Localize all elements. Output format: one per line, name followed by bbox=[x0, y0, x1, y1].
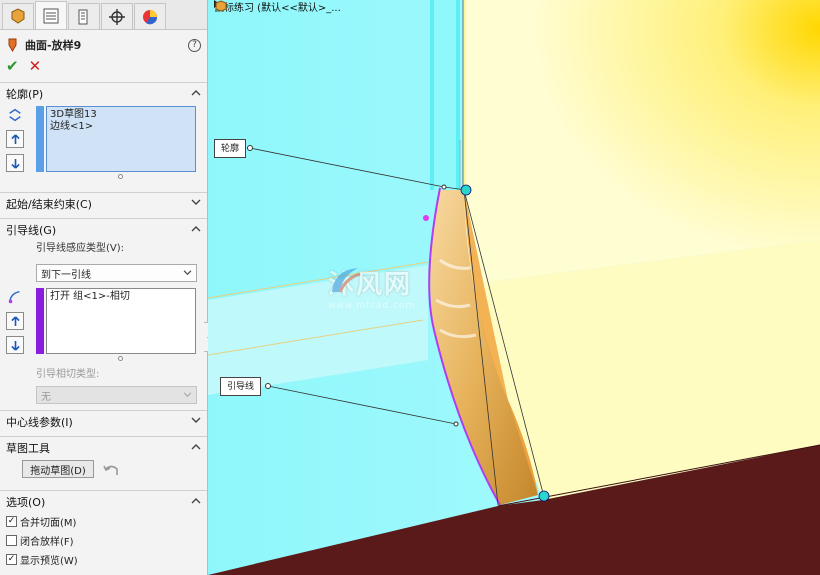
arrow-down-icon bbox=[10, 158, 20, 169]
chevron-up-icon[interactable] bbox=[191, 224, 201, 235]
profile-color-bar bbox=[36, 106, 44, 172]
section-centerline[interactable]: 中心线参数(I) bbox=[0, 410, 207, 432]
guide-list-tools bbox=[6, 288, 26, 360]
section-guides[interactable]: 引导线(G) bbox=[0, 218, 207, 240]
property-manager: 曲面-放样9 ? ✔ ✕ 轮廓(P) 3D草图13 边线<1> 起始/结束约束(… bbox=[0, 0, 208, 575]
section-profile[interactable]: 轮廓(P) bbox=[0, 82, 207, 104]
guide-curve-icon bbox=[6, 288, 24, 306]
part-name: 鼠标练习 (默认<<默认>_... bbox=[214, 2, 341, 14]
watermark-logo-icon bbox=[332, 268, 361, 293]
profile-selection-icon bbox=[6, 106, 24, 124]
part-icon bbox=[215, 0, 227, 12]
move-up-button[interactable] bbox=[6, 312, 24, 330]
chevron-down-icon[interactable] bbox=[191, 416, 201, 427]
property-list-icon bbox=[43, 8, 59, 23]
section-sketch-tools[interactable]: 草图工具 bbox=[0, 436, 207, 458]
section-options-label: 选项(O) bbox=[6, 495, 46, 509]
guide-tangency-select[interactable]: 无 bbox=[36, 386, 197, 404]
graphics-viewport[interactable]: 鼠标练习 (默认<<默认>_... 轮廓 引导线 沐风网 www.mfcad.c… bbox=[208, 0, 820, 575]
ok-button[interactable]: ✔ bbox=[6, 57, 19, 75]
section-start-end[interactable]: 起始/结束约束(C) bbox=[0, 192, 207, 214]
checkbox-label: 合并切面(M) bbox=[20, 518, 77, 529]
tab-display-manager[interactable] bbox=[134, 3, 166, 29]
profile-list-row: 3D草图13 边线<1> bbox=[0, 106, 207, 179]
chevron-up-icon[interactable] bbox=[191, 496, 201, 507]
feature-tree-flyout[interactable]: 鼠标练习 (默认<<默认>_... bbox=[214, 0, 341, 14]
chevron-down-icon bbox=[183, 392, 192, 398]
callout-guide[interactable]: 引导线 bbox=[220, 377, 262, 396]
merge-tangent-faces-option[interactable]: ✓ 合并切面(M) bbox=[0, 512, 207, 531]
list-item[interactable]: 打开 组<1>-相切 bbox=[50, 291, 192, 303]
resize-grip[interactable] bbox=[118, 356, 123, 361]
guide-tangency-value: 无 bbox=[41, 391, 51, 403]
guide-color-bar bbox=[36, 288, 44, 354]
feature-title: 曲面-放样9 bbox=[25, 39, 82, 52]
cancel-button[interactable]: ✕ bbox=[29, 57, 42, 75]
profile-list[interactable]: 3D草图13 边线<1> bbox=[46, 106, 196, 172]
checkbox-label: 闭合放样(F) bbox=[20, 537, 74, 548]
help-icon[interactable]: ? bbox=[188, 38, 201, 52]
checkbox-show-preview[interactable]: ✓ bbox=[6, 554, 17, 565]
checkbox-merge-tangent-faces[interactable]: ✓ bbox=[6, 516, 17, 527]
checkbox-label: 显示预览(W) bbox=[20, 556, 78, 567]
tab-feature-manager[interactable] bbox=[2, 3, 34, 29]
checkbox-close-loft[interactable] bbox=[6, 535, 17, 546]
section-guides-label: 引导线(G) bbox=[6, 223, 57, 237]
watermark: 沐风网 www.mfcad.com bbox=[328, 264, 415, 311]
undo-icon[interactable] bbox=[102, 463, 120, 477]
watermark-url: www.mfcad.com bbox=[328, 301, 416, 311]
section-start-end-label: 起始/结束约束(C) bbox=[6, 197, 92, 211]
drag-sketch-button[interactable]: 拖动草图(D) bbox=[22, 460, 94, 478]
tab-property-manager[interactable] bbox=[35, 1, 67, 29]
guide-influence-value: 到下一引线 bbox=[41, 269, 91, 281]
section-options[interactable]: 选项(O) bbox=[0, 490, 207, 512]
show-preview-option[interactable]: ✓ 显示预览(W) bbox=[0, 550, 207, 569]
section-centerline-label: 中心线参数(I) bbox=[6, 415, 73, 429]
guide-list-row: 打开 组<1>-相切 bbox=[0, 288, 207, 361]
tab-configuration-manager[interactable] bbox=[68, 3, 100, 29]
move-down-button[interactable] bbox=[6, 154, 24, 172]
feature-tree-icon bbox=[11, 7, 25, 24]
feature-header: 曲面-放样9 ? bbox=[0, 34, 207, 56]
close-loft-option[interactable]: 闭合放样(F) bbox=[0, 531, 207, 550]
chevron-down-icon[interactable] bbox=[191, 198, 201, 209]
guide-influence-select[interactable]: 到下一引线 bbox=[36, 264, 197, 282]
guide-tangency-label: 引导相切类型: bbox=[36, 369, 100, 380]
guide-list[interactable]: 打开 组<1>-相切 bbox=[46, 288, 196, 354]
move-up-button[interactable] bbox=[6, 130, 24, 148]
arrow-up-icon bbox=[10, 133, 20, 144]
move-down-button[interactable] bbox=[6, 336, 24, 354]
loft-surface-icon bbox=[8, 38, 17, 52]
crosshair-icon bbox=[109, 8, 125, 25]
chevron-up-icon[interactable] bbox=[191, 442, 201, 453]
arrow-up-icon bbox=[10, 315, 20, 326]
section-profile-label: 轮廓(P) bbox=[6, 87, 44, 101]
callout-profile[interactable]: 轮廓 bbox=[214, 139, 247, 158]
confirm-row: ✔ ✕ bbox=[0, 56, 207, 76]
model-graphics bbox=[208, 0, 820, 575]
appearance-ball-icon bbox=[143, 9, 158, 24]
section-sketch-tools-label: 草图工具 bbox=[6, 441, 50, 455]
profile-list-tools bbox=[6, 106, 26, 178]
list-item[interactable]: 边线<1> bbox=[50, 121, 192, 133]
configuration-icon bbox=[78, 9, 88, 24]
chevron-down-icon bbox=[183, 270, 192, 276]
list-item[interactable]: 3D草图13 bbox=[50, 109, 192, 121]
chevron-up-icon[interactable] bbox=[191, 88, 201, 99]
arrow-down-icon bbox=[10, 340, 20, 351]
resize-grip[interactable] bbox=[118, 174, 123, 179]
sketch-tools-row: 拖动草图(D) bbox=[0, 458, 207, 482]
manager-tabs bbox=[0, 0, 207, 30]
guide-influence-label: 引导线感应类型(V): bbox=[36, 243, 125, 254]
tab-dimxpert[interactable] bbox=[101, 3, 133, 29]
